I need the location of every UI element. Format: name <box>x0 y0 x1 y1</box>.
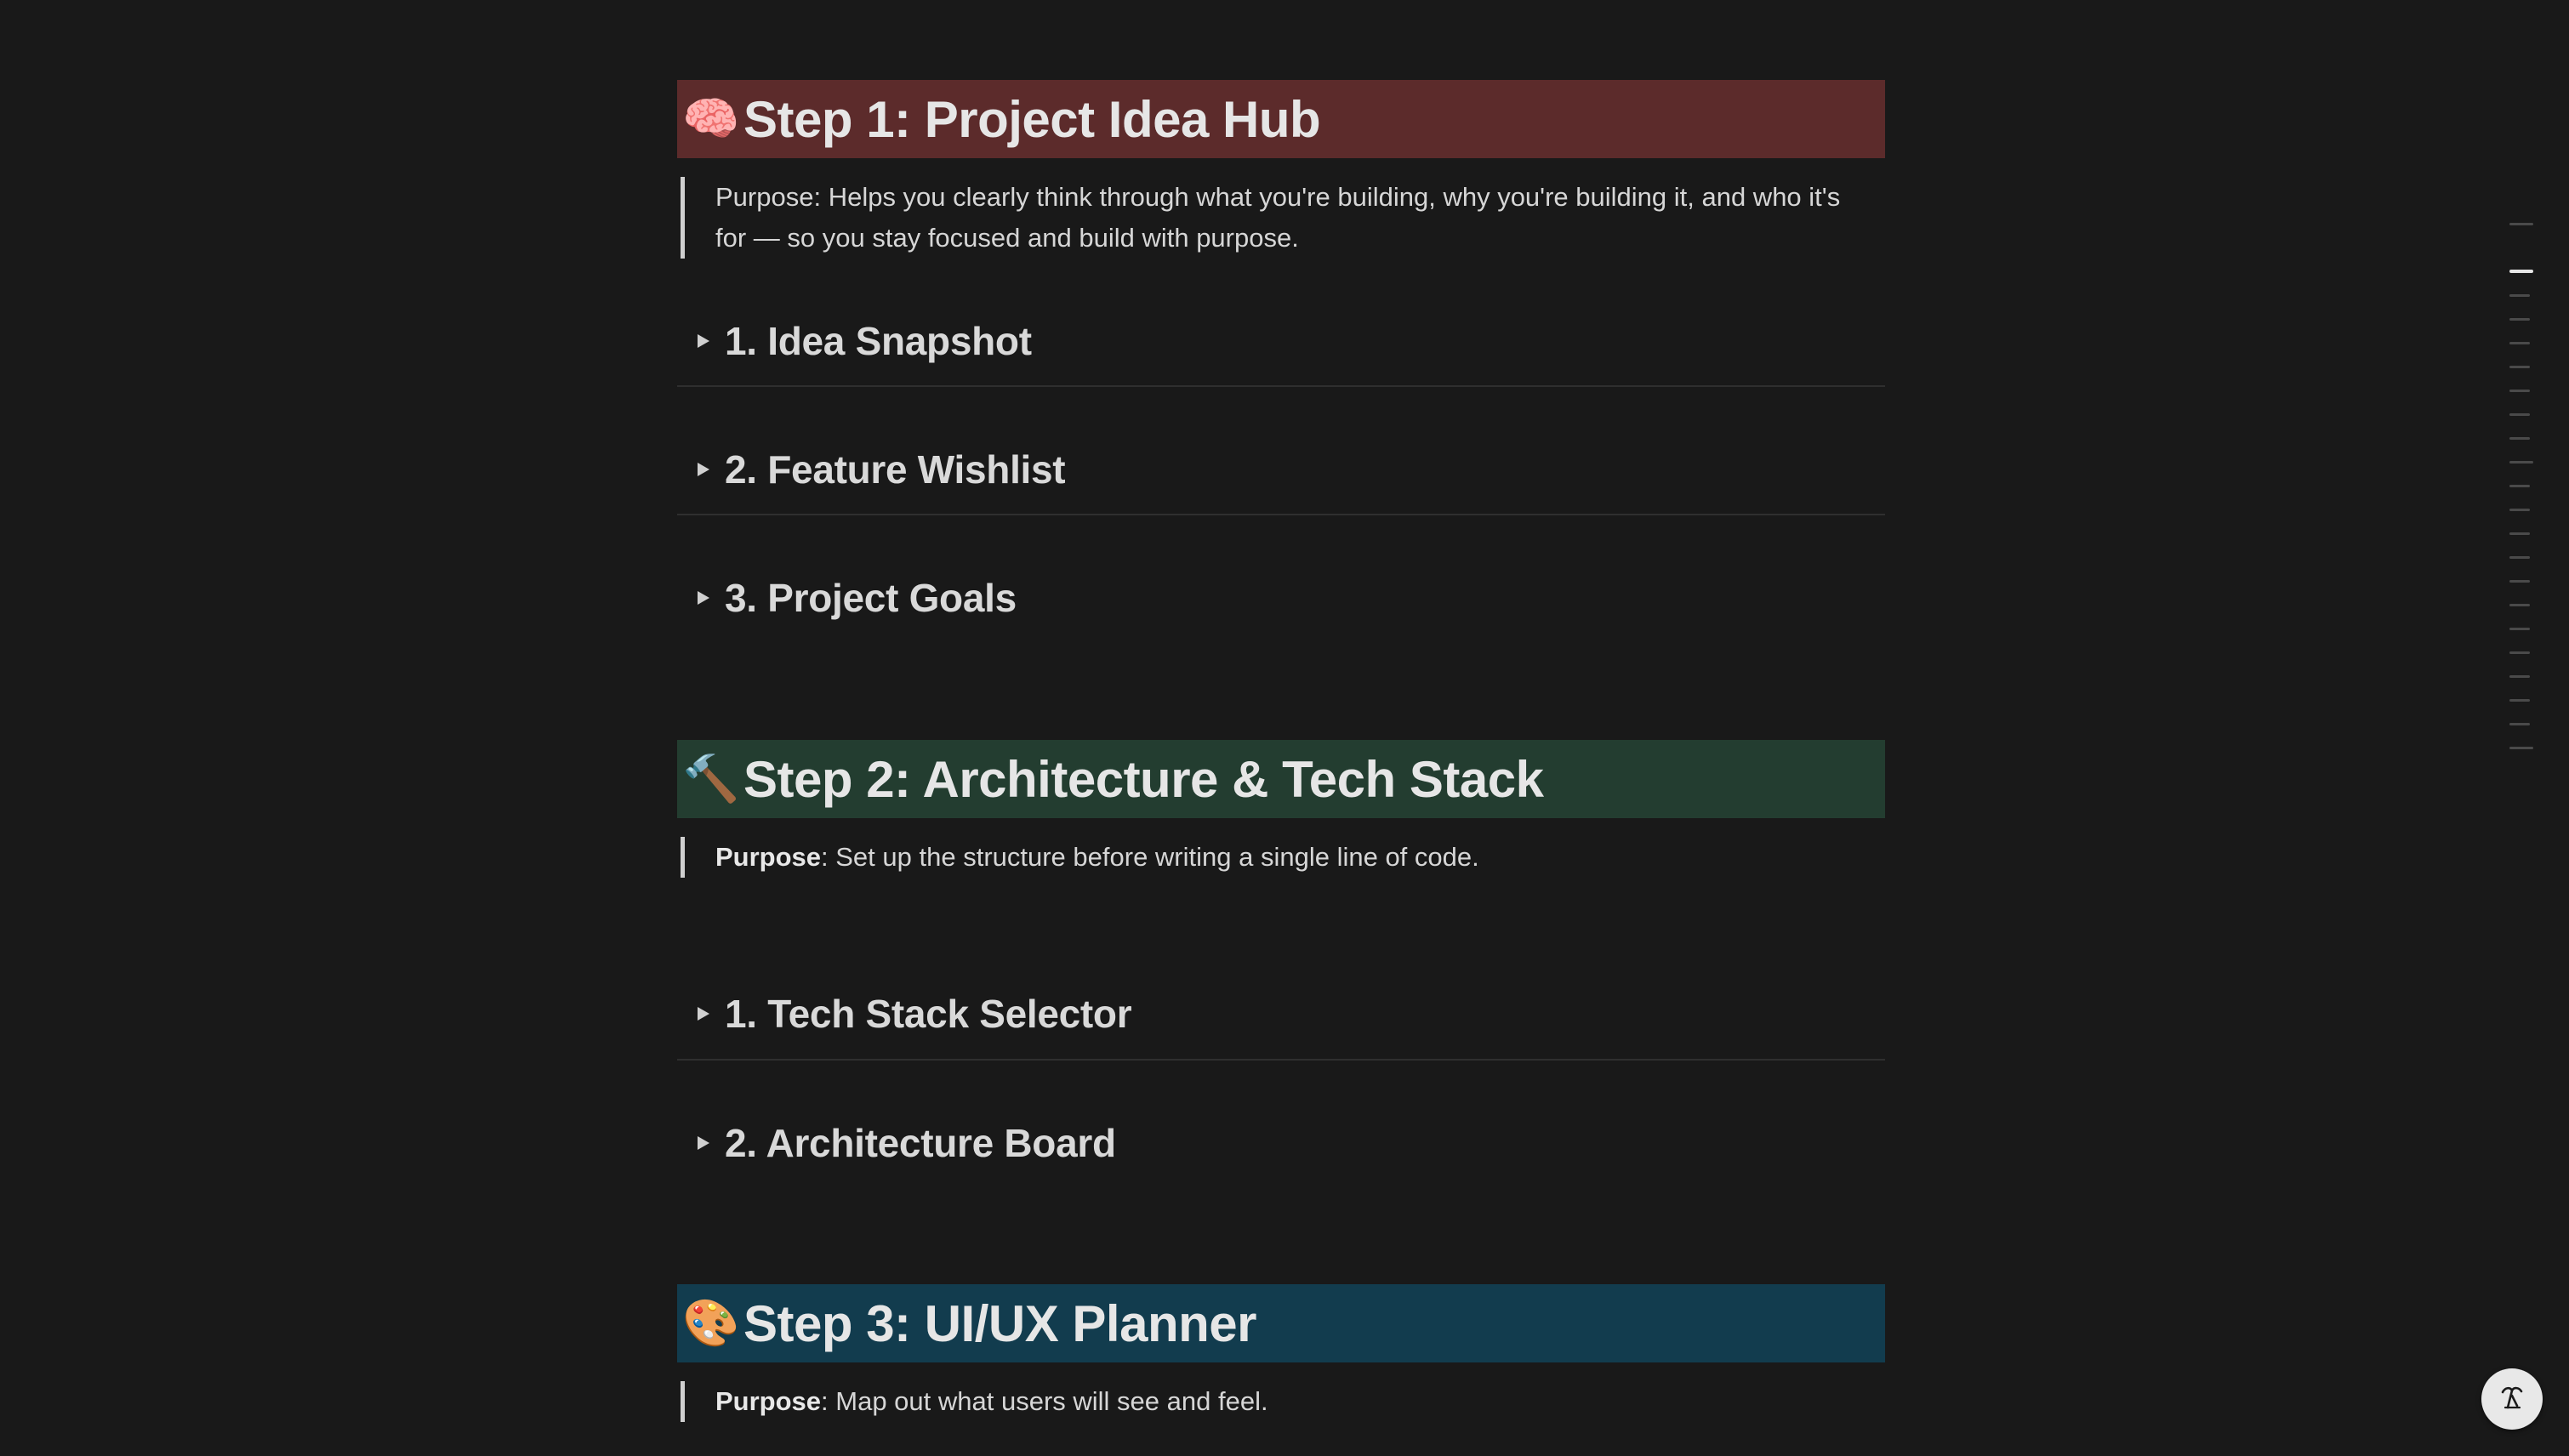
divider <box>677 385 1885 387</box>
toc-tick-active[interactable] <box>2509 270 2533 273</box>
toc-tick[interactable] <box>2509 628 2530 630</box>
toc-tick[interactable] <box>2509 699 2530 702</box>
toc-tick[interactable] <box>2509 723 2530 725</box>
toggle-project-goals[interactable]: 3. Project Goals <box>677 568 1885 628</box>
step1-title: Step 1: Project Idea Hub <box>743 90 1321 148</box>
step3-purpose-text: : Map out what users will see and feel. <box>821 1386 1268 1416</box>
step2-heading: 🔨 Step 2: Architecture & Tech Stack <box>677 740 1885 818</box>
toc-tick[interactable] <box>2509 580 2530 583</box>
toc-tick[interactable] <box>2509 604 2530 606</box>
toc-tick[interactable] <box>2509 651 2530 654</box>
toc-tick[interactable] <box>2509 366 2530 368</box>
toc-tick[interactable] <box>2509 509 2530 511</box>
step1-purpose-quote: Purpose: Helps you clearly think through… <box>681 177 1854 259</box>
toggle-label: 1. Tech Stack Selector <box>725 992 1132 1036</box>
step1-heading: 🧠 Step 1: Project Idea Hub <box>677 80 1885 158</box>
triangle-right-icon[interactable] <box>677 589 725 606</box>
toc-tick[interactable] <box>2509 747 2533 749</box>
hammer-icon: 🔨 <box>682 754 740 805</box>
notion-page: 🧠 Step 1: Project Idea Hub Purpose: Help… <box>0 0 2569 1456</box>
toggle-architecture-board[interactable]: 2. Architecture Board <box>677 1113 1885 1173</box>
step3-title: Step 3: UI/UX Planner <box>743 1294 1256 1352</box>
triangle-right-icon[interactable] <box>677 461 725 478</box>
divider <box>677 1059 1885 1061</box>
toc-tick[interactable] <box>2509 556 2530 559</box>
toggle-idea-snapshot[interactable]: 1. Idea Snapshot <box>677 311 1885 371</box>
toc-tick[interactable] <box>2509 675 2530 678</box>
help-icon <box>2495 1380 2529 1419</box>
palette-icon: 🎨 <box>682 1298 740 1349</box>
step3-heading: 🎨 Step 3: UI/UX Planner <box>677 1284 1885 1362</box>
toggle-label: 2. Feature Wishlist <box>725 447 1066 492</box>
triangle-right-icon[interactable] <box>677 1005 725 1022</box>
step2-purpose-quote: Purpose: Set up the structure before wri… <box>681 837 1854 878</box>
toggle-label: 3. Project Goals <box>725 576 1017 620</box>
toc-tick[interactable] <box>2509 437 2530 440</box>
step3-purpose-label: Purpose <box>715 1386 822 1416</box>
step2-title: Step 2: Architecture & Tech Stack <box>743 750 1544 808</box>
step2-purpose-text: : Set up the structure before writing a … <box>821 842 1479 872</box>
step3-purpose-quote: Purpose: Map out what users will see and… <box>681 1381 1854 1422</box>
toc-tick[interactable] <box>2509 485 2530 487</box>
toc-tick[interactable] <box>2509 318 2530 321</box>
toc-tick[interactable] <box>2509 223 2533 225</box>
toc-tick[interactable] <box>2509 461 2533 464</box>
triangle-right-icon[interactable] <box>677 1135 725 1152</box>
toggle-label: 2. Architecture Board <box>725 1121 1116 1165</box>
divider <box>677 514 1885 515</box>
toggle-tech-stack-selector[interactable]: 1. Tech Stack Selector <box>677 984 1885 1044</box>
triangle-right-icon[interactable] <box>677 333 725 350</box>
toggle-label: 1. Idea Snapshot <box>725 319 1032 363</box>
step2-purpose-label: Purpose <box>715 842 822 872</box>
toc-tick[interactable] <box>2509 413 2530 416</box>
toc-tick[interactable] <box>2509 294 2530 297</box>
help-button[interactable] <box>2481 1368 2543 1430</box>
toc-tick[interactable] <box>2509 532 2530 535</box>
toc-tick[interactable] <box>2509 390 2530 392</box>
brain-icon: 🧠 <box>682 94 740 145</box>
toc-tick[interactable] <box>2509 342 2530 344</box>
toggle-feature-wishlist[interactable]: 2. Feature Wishlist <box>677 440 1885 499</box>
step1-purpose-text: Purpose: Helps you clearly think through… <box>715 182 1841 253</box>
